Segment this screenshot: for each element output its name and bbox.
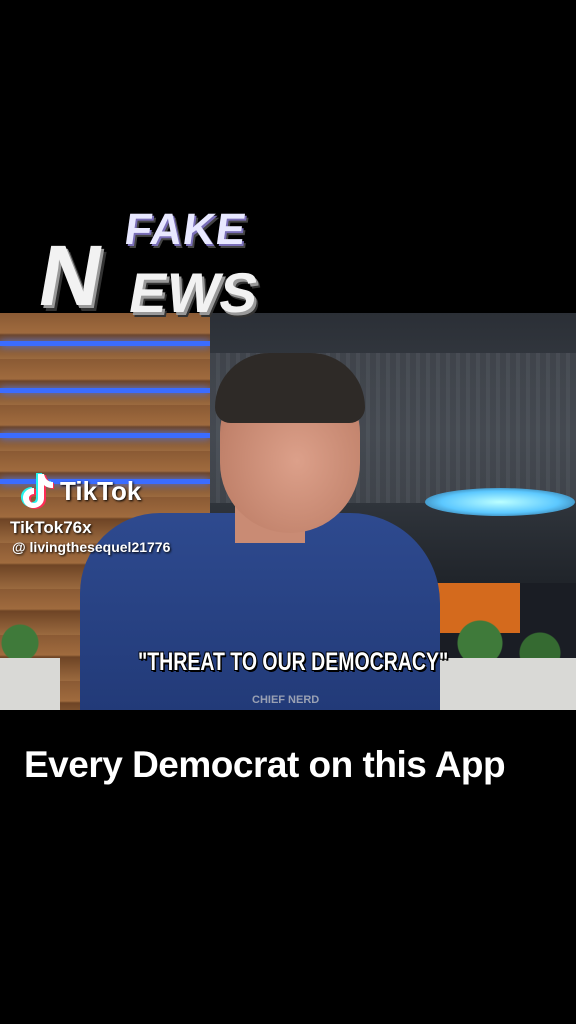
planter [0, 658, 60, 710]
tiktok-icon [21, 473, 54, 509]
video-caption: Every Democrat on this App [24, 744, 506, 785]
channel-logo: CHIEF NERD [252, 694, 320, 706]
planter [440, 658, 576, 710]
led-strip [0, 341, 210, 346]
fake-news-rest-word: EWS [124, 261, 264, 324]
hair [215, 353, 365, 423]
watermark-username: @ livingthesequel21776 [12, 539, 171, 555]
video-subtitle: "THREAT TO OUR DEMOCRACY" [138, 648, 449, 676]
stage-light [425, 488, 575, 516]
fake-news-top-word: FAKE [121, 205, 250, 254]
fake-news-logo: FAKE N EWS [32, 205, 290, 330]
tiktok-brand-label: TikTok [60, 476, 142, 506]
watermark-handle: TikTok76x [10, 518, 92, 537]
fake-news-big-letter: N [31, 228, 111, 324]
